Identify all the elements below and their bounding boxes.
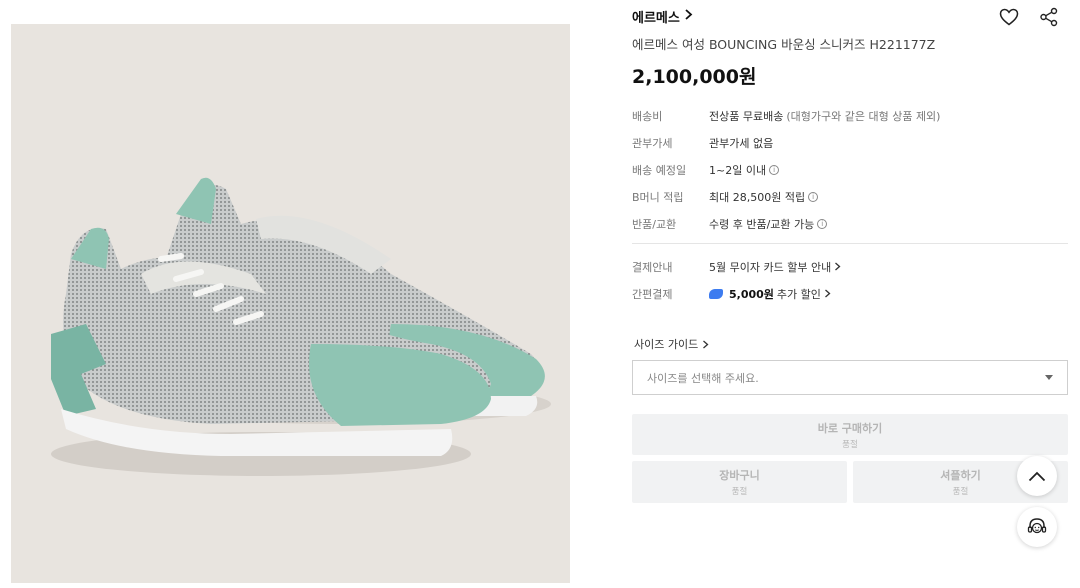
detail-label: 배송비 (632, 109, 663, 123)
cart-label: 장바구니 (719, 469, 760, 482)
sold-out-label: 품절 (952, 487, 969, 497)
detail-row-returns: 반품/교환 수령 후 반품/교환 가능 i (632, 210, 1068, 237)
product-price: 2,100,000원 (632, 66, 757, 88)
info-icon[interactable]: i (808, 191, 819, 202)
detail-row-points: B머니 적립 최대 28,500원 적립 i (632, 183, 1068, 210)
size-select[interactable]: 사이즈를 선택해 주세요. (632, 360, 1068, 395)
brand-link[interactable]: 에르메스 (632, 7, 693, 26)
sneaker-illustration (11, 24, 570, 583)
product-title: 에르메스 여성 BOUNCING 바운싱 스니커즈 H221177Z (632, 37, 936, 52)
sold-out-label: 품절 (842, 439, 858, 450)
info-icon[interactable]: i (817, 218, 828, 229)
size-guide-label: 사이즈 가이드 (634, 338, 699, 351)
cart-button[interactable]: 장바구니 품절 (632, 461, 847, 503)
detail-label: 배송 예정일 (632, 163, 687, 177)
size-guide-link[interactable]: 사이즈 가이드 (634, 336, 709, 352)
shuffle-label: 셔플하기 (940, 469, 981, 482)
heart-icon[interactable] (996, 4, 1022, 30)
discount-amount: 5,000원 (729, 287, 774, 301)
divider (632, 243, 1068, 244)
chevron-right-icon (824, 289, 831, 298)
info-icon[interactable]: i (769, 164, 780, 175)
payment-value: 5월 무이자 카드 할부 안내 (709, 260, 832, 274)
payment-list: 결제안내 5월 무이자 카드 할부 안내 간편결제 5,000원 추가 할인 (632, 253, 1068, 307)
chevron-right-icon (835, 262, 841, 271)
product-info-panel: 에르메스 에르메스 여성 BOUNCING 바운싱 스니커즈 H221177Z … (632, 0, 1068, 588)
brand-name: 에르메스 (632, 11, 680, 26)
chevron-right-icon (684, 9, 693, 24)
caret-down-icon (1045, 375, 1053, 380)
chevron-right-icon (703, 340, 709, 348)
share-icon[interactable] (1036, 4, 1062, 30)
size-select-placeholder: 사이즈를 선택해 주세요. (647, 371, 759, 385)
payment-row-installment[interactable]: 결제안내 5월 무이자 카드 할부 안내 (632, 253, 1068, 280)
chevron-up-icon (1028, 471, 1046, 481)
detail-sub-note: (대형가구와 같은 대형 상품 제외) (786, 109, 941, 123)
detail-label: B머니 적립 (632, 190, 684, 204)
detail-label: 관부가세 (632, 136, 673, 150)
detail-value: 1~2일 이내 (709, 163, 767, 177)
detail-list: 배송비 전상품 무료배송 (대형가구와 같은 대형 상품 제외) 관부가세 관부… (632, 102, 1068, 237)
detail-row-shipping-fee: 배송비 전상품 무료배송 (대형가구와 같은 대형 상품 제외) (632, 102, 1068, 129)
detail-value: 수령 후 반품/교환 가능 (709, 217, 815, 231)
detail-value: 최대 28,500원 적립 (709, 190, 806, 204)
detail-row-duties: 관부가세 관부가세 없음 (632, 129, 1068, 156)
detail-row-delivery-date: 배송 예정일 1~2일 이내 i (632, 156, 1068, 183)
payment-label: 간편결제 (632, 287, 673, 301)
buy-now-label: 바로 구매하기 (817, 421, 883, 435)
detail-value: 전상품 무료배송 (709, 109, 784, 123)
product-image (11, 24, 570, 583)
scroll-top-button[interactable] (1017, 456, 1057, 496)
customer-support-button[interactable] (1017, 507, 1057, 547)
headset-icon (1027, 518, 1047, 534)
payment-label: 결제안내 (632, 260, 673, 274)
discount-text: 추가 할인 (776, 287, 821, 301)
top-actions (996, 4, 1062, 30)
detail-value: 관부가세 없음 (709, 136, 774, 150)
pay-logo-icon (709, 288, 723, 299)
sold-out-label: 품절 (731, 487, 748, 497)
buy-now-button[interactable]: 바로 구매하기 품절 (632, 414, 1068, 455)
detail-label: 반품/교환 (632, 217, 677, 231)
payment-row-easy-pay[interactable]: 간편결제 5,000원 추가 할인 (632, 280, 1068, 307)
